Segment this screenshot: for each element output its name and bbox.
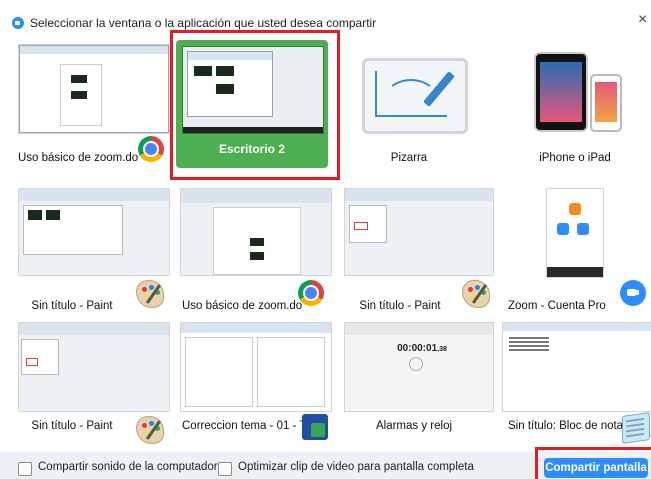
ipad-screen: [540, 62, 582, 122]
share-tile-paint-1[interactable]: Sin título - Paint: [12, 188, 170, 328]
chrome-icon: [138, 136, 164, 162]
iphone-screen: [595, 82, 617, 122]
window-thumbnail: [180, 322, 332, 412]
share-tile-desktop-2[interactable]: Escritorio 2: [176, 40, 328, 168]
thumbnail-page: [60, 64, 102, 126]
thumbnail-image: [28, 210, 42, 220]
optimize-video-label: Optimizar clip de video para pantalla co…: [238, 461, 474, 473]
iphone-icon: [590, 74, 622, 132]
window-thumbnail: [344, 188, 494, 276]
stopwatch-time: 00:00:01: [397, 343, 438, 354]
tile-label: Sin título - Paint: [359, 300, 441, 312]
thumbnail-toolbar: [345, 189, 493, 201]
remote-desktop-icon: [302, 414, 328, 440]
share-screen-button[interactable]: Compartir pantalla: [544, 458, 648, 478]
notepad-icon: [622, 412, 650, 444]
thumbnail-image: [250, 252, 264, 260]
zoom-app-icon: [12, 17, 24, 29]
chrome-icon: [298, 280, 324, 306]
thumbnail-panel: [185, 337, 253, 407]
window-thumbnail: 00:00:01,38: [344, 322, 494, 412]
stopwatch-ms: ,38: [437, 346, 447, 353]
thumbnail-canvas: [349, 205, 387, 243]
window-thumbnail: [180, 188, 332, 276]
thumbnail-image: [216, 66, 234, 76]
window-thumbnail: [18, 188, 170, 276]
thumbnail-toolbar: [20, 46, 168, 54]
share-tile-word-doc[interactable]: Uso básico de zoom.doc...: [12, 40, 170, 180]
tile-label: Alarmas y reloj: [375, 420, 453, 432]
share-tile-paint-3[interactable]: Sin título - Paint: [12, 322, 170, 462]
thumbnail-page: [213, 207, 301, 275]
tile-label: Uso básico de zoom.doc...: [182, 300, 302, 312]
tile-label: Sin título - Paint: [31, 420, 113, 432]
tile-label: Pizarra: [390, 152, 428, 164]
taskbar: [183, 127, 323, 133]
thumbnail-image: [216, 84, 234, 94]
zoom-icon: [620, 280, 646, 306]
window-thumbnail: [546, 188, 604, 278]
tile-label: Sin título: Bloc de notas: [508, 420, 626, 432]
share-tile-remote-desktop[interactable]: Correccion tema - 01 - T...: [176, 322, 334, 462]
new-meeting-icon: [569, 203, 581, 215]
thumbnail-image: [46, 210, 60, 220]
thumbnail-image: [194, 66, 212, 76]
share-sound-label: Compartir sonido de la computadora: [38, 461, 225, 473]
share-sound-checkbox[interactable]: [18, 462, 32, 476]
share-tile-paint-2[interactable]: Sin título - Paint: [340, 188, 498, 328]
share-tile-word-doc-2[interactable]: Uso básico de zoom.doc...: [176, 188, 334, 328]
thumbnail-selection: [354, 222, 368, 230]
thumbnail-canvas: [23, 205, 123, 255]
stopwatch-button: [409, 357, 423, 371]
share-tile-clock[interactable]: 00:00:01,38 Alarmas y reloj: [340, 322, 498, 462]
window-thumbnail: [502, 322, 651, 412]
share-tile-zoom[interactable]: Zoom - Cuenta Pro: [494, 188, 651, 328]
tile-label: Correccion tema - 01 - T...: [182, 420, 310, 432]
thumbnail-toolbar: [503, 323, 651, 331]
close-icon[interactable]: ×: [638, 11, 647, 29]
tile-label: Uso básico de zoom.doc...: [18, 152, 138, 164]
thumbnail-canvas: [21, 339, 59, 375]
thumbnail-window: [187, 51, 273, 117]
thumbnail-toolbar: [181, 323, 331, 333]
schedule-icon: [577, 223, 589, 235]
window-thumbnail: [18, 322, 170, 412]
thumbnail-image: [71, 91, 87, 99]
thumbnail-panel: [257, 337, 325, 407]
window-thumbnail: [18, 44, 170, 134]
thumbnail-toolbar: [19, 323, 169, 335]
tile-label: Zoom - Cuenta Pro: [508, 300, 606, 312]
thumbnail-window: [19, 45, 169, 133]
dialog-titlebar: Seleccionar la ventana o la aplicación q…: [0, 0, 651, 34]
dialog-title: Seleccionar la ventana o la aplicación q…: [30, 16, 377, 30]
stopwatch-display: 00:00:01,38: [387, 343, 457, 354]
tile-label: iPhone o iPad: [539, 152, 611, 164]
thumbnail-image: [71, 75, 87, 83]
thumbnail-selection: [26, 358, 38, 366]
thumbnail-tabbar: [547, 267, 603, 277]
thumbnail-toolbar: [181, 189, 331, 203]
thumbnail-toolbar: [345, 323, 493, 335]
desktop-thumbnail: [182, 46, 324, 134]
paint-icon: [136, 416, 164, 444]
whiteboard-icon: [362, 58, 468, 134]
share-tile-notepad[interactable]: Sin título: Bloc de notas: [494, 322, 651, 462]
thumbnail-image: [250, 238, 264, 246]
join-icon: [557, 223, 569, 235]
ipad-icon: [534, 52, 588, 132]
optimize-video-checkbox[interactable]: [218, 462, 232, 476]
tile-label: Sin título - Paint: [31, 300, 113, 312]
paint-icon: [136, 280, 164, 308]
thumbnail-toolbar: [188, 52, 272, 60]
thumbnail-toolbar: [19, 189, 169, 201]
thumbnail-text-lines: [509, 337, 549, 339]
paint-icon: [462, 280, 490, 308]
tile-label: Escritorio 2: [218, 142, 286, 156]
